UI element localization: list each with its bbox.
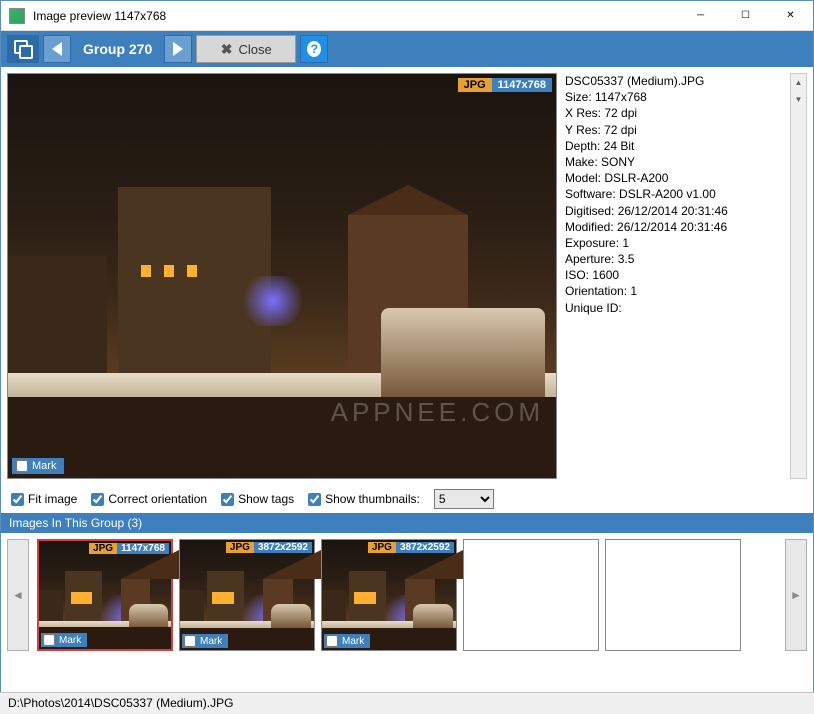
mark-toggle[interactable]: Mark (12, 458, 64, 474)
thumbnail-count-select[interactable]: 5 (434, 489, 494, 509)
titlebar: Image preview 1147x768 ─ ☐ ✕ (1, 1, 813, 31)
thumb-format-tag: JPG (226, 542, 254, 553)
arrow-left-icon (52, 42, 62, 56)
dimensions-tag: 1147x768 (492, 78, 552, 92)
close-label: Close (238, 42, 271, 57)
show-thumbnails-option[interactable]: Show thumbnails: (308, 492, 420, 506)
meta-xres: X Res: 72 dpi (565, 105, 779, 121)
fit-image-option[interactable]: Fit image (11, 492, 77, 506)
preview-image[interactable]: APPNEE.COM (8, 74, 556, 478)
thumb-mark-label: Mark (200, 636, 222, 647)
meta-make: Make: SONY (565, 154, 779, 170)
watermark: APPNEE.COM (331, 397, 544, 428)
duplicate-groups-button[interactable] (7, 35, 39, 63)
meta-size: Size: 1147x768 (565, 89, 779, 105)
thumb-mark-toggle[interactable]: Mark (182, 634, 228, 648)
fit-image-checkbox[interactable] (11, 493, 24, 506)
meta-model: Model: DSLR-A200 (565, 170, 779, 186)
arrow-right-icon (173, 42, 183, 56)
close-icon: ✖ (221, 41, 233, 58)
thumb-format-tag: JPG (368, 542, 396, 553)
toolbar: Group 270 ✖ Close ? (1, 31, 813, 67)
thumb-dim-tag: 3872x2592 (254, 542, 312, 553)
meta-aperture: Aperture: 3.5 (565, 251, 779, 267)
thumb-mark-toggle[interactable]: Mark (324, 634, 370, 648)
meta-iso: ISO: 1600 (565, 267, 779, 283)
format-tag: JPG (458, 78, 492, 92)
scroll-down-icon[interactable]: ▼ (791, 91, 806, 108)
correct-orientation-option[interactable]: Correct orientation (91, 492, 207, 506)
duplicate-icon (14, 40, 32, 58)
options-row: Fit image Correct orientation Show tags … (1, 485, 813, 513)
thumb-mark-label: Mark (342, 636, 364, 647)
thumbnails-container: JPG1147x768 Mark JPG3872x2592 Mark JPG38… (33, 539, 781, 651)
meta-digitised: Digitised: 26/12/2014 20:31:46 (565, 203, 779, 219)
thumb-mark-checkbox[interactable] (184, 635, 196, 647)
thumbs-scroll-right[interactable]: ► (785, 539, 807, 651)
group-title: Group 270 (75, 41, 160, 57)
thumbnails-row: ◄ JPG1147x768 Mark JPG3872x2592 Mark JPG… (1, 533, 813, 657)
meta-exposure: Exposure: 1 (565, 235, 779, 251)
main-area: APPNEE.COM JPG 1147x768 Mark DSC05337 (M… (1, 67, 813, 485)
thumb-mark-label: Mark (59, 635, 81, 646)
thumbs-scroll-left[interactable]: ◄ (7, 539, 29, 651)
show-thumbnails-label: Show thumbnails: (325, 492, 420, 506)
help-button[interactable]: ? (300, 35, 328, 63)
fit-image-label: Fit image (28, 492, 77, 506)
thumbnail-empty (605, 539, 741, 651)
preview-tags: JPG 1147x768 (458, 78, 552, 92)
window-title: Image preview 1147x768 (33, 9, 678, 23)
thumb-mark-toggle[interactable]: Mark (41, 633, 87, 647)
group-header: Images In This Group (3) (1, 513, 813, 533)
maximize-button[interactable]: ☐ (723, 1, 768, 30)
thumb-dim-tag: 3872x2592 (396, 542, 454, 553)
scroll-up-icon[interactable]: ▲ (791, 74, 806, 91)
show-tags-option[interactable]: Show tags (221, 492, 294, 506)
metadata-scrollbar[interactable]: ▲ ▼ (790, 73, 807, 479)
metadata-panel: DSC05337 (Medium).JPG Size: 1147x768 X R… (561, 73, 783, 479)
thumb-mark-checkbox[interactable] (326, 635, 338, 647)
thumb-mark-checkbox[interactable] (43, 634, 55, 646)
meta-orientation: Orientation: 1 (565, 283, 779, 299)
correct-orientation-label: Correct orientation (108, 492, 207, 506)
minimize-button[interactable]: ─ (678, 1, 723, 30)
mark-label: Mark (32, 460, 56, 472)
meta-software: Software: DSLR-A200 v1.00 (565, 186, 779, 202)
show-thumbnails-checkbox[interactable] (308, 493, 321, 506)
thumb-dim-tag: 1147x768 (117, 543, 169, 554)
status-bar: D:\Photos\2014\DSC05337 (Medium).JPG (0, 692, 814, 714)
next-button[interactable] (164, 35, 192, 63)
thumbnail-item[interactable]: JPG3872x2592 Mark (179, 539, 315, 651)
preview-panel: APPNEE.COM JPG 1147x768 Mark (7, 73, 557, 479)
app-icon (9, 8, 25, 24)
prev-button[interactable] (43, 35, 71, 63)
correct-orientation-checkbox[interactable] (91, 493, 104, 506)
thumbnail-empty (463, 539, 599, 651)
meta-depth: Depth: 24 Bit (565, 138, 779, 154)
help-icon: ? (307, 41, 321, 57)
close-button[interactable]: ✖ Close (196, 35, 296, 63)
meta-uniqueid: Unique ID: (565, 300, 779, 316)
meta-modified: Modified: 26/12/2014 20:31:46 (565, 219, 779, 235)
close-window-button[interactable]: ✕ (768, 1, 813, 30)
show-tags-label: Show tags (238, 492, 294, 506)
thumbnail-item[interactable]: JPG1147x768 Mark (37, 539, 173, 651)
thumb-format-tag: JPG (89, 543, 117, 554)
meta-filename: DSC05337 (Medium).JPG (565, 73, 779, 89)
mark-checkbox[interactable] (16, 460, 28, 472)
status-path: D:\Photos\2014\DSC05337 (Medium).JPG (8, 696, 233, 710)
thumbnail-item[interactable]: JPG3872x2592 Mark (321, 539, 457, 651)
meta-yres: Y Res: 72 dpi (565, 122, 779, 138)
show-tags-checkbox[interactable] (221, 493, 234, 506)
